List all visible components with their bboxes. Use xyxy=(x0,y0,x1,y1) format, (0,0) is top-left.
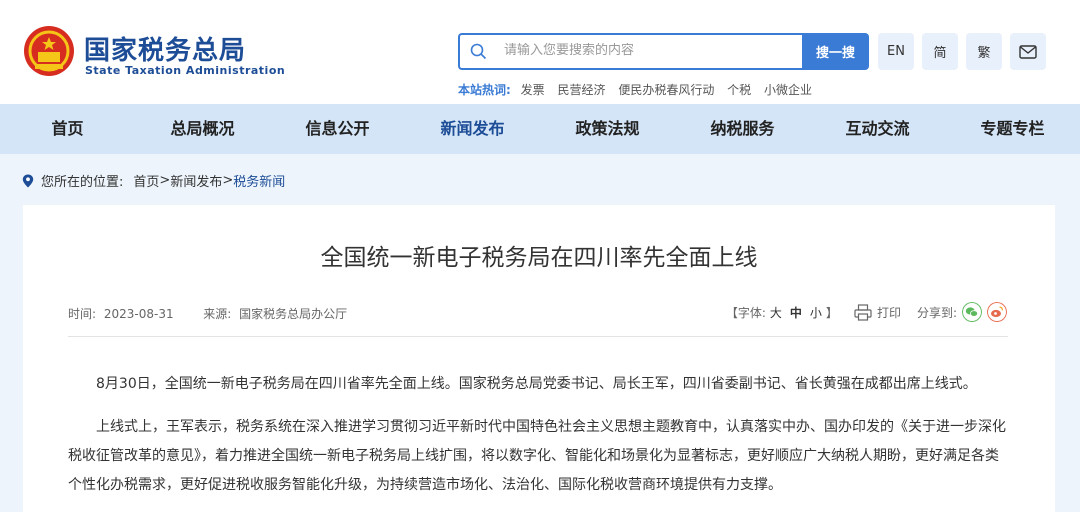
breadcrumb-news[interactable]: 新闻发布 xyxy=(170,171,222,190)
mail-button[interactable] xyxy=(1010,33,1046,70)
language-english-button[interactable]: EN xyxy=(878,33,914,70)
wechat-share-icon[interactable] xyxy=(962,302,982,322)
article-panel: 全国统一新电子税务局在四川率先全面上线 时间: 2023-08-31 来源: 国… xyxy=(23,205,1055,512)
time-label: 时间: xyxy=(68,307,97,321)
search-button[interactable]: 搜一搜 xyxy=(802,33,869,70)
site-logo-title[interactable]: 国家税务总局 xyxy=(84,30,246,67)
article-tools: 【字体: 大 中 小 】 打印 分享到: xyxy=(726,302,1007,322)
mail-icon xyxy=(1019,44,1037,59)
breadcrumb: 您所在的位置: 首页 > 新闻发布 > 税务新闻 xyxy=(22,171,285,190)
print-button[interactable]: 打印 xyxy=(877,304,901,321)
nav-item-interaction[interactable]: 互动交流 xyxy=(810,104,945,154)
site-logo-subtitle[interactable]: State Taxation Administration xyxy=(85,64,285,77)
language-traditional-button[interactable]: 繁 xyxy=(966,33,1002,70)
nav-item-disclosure[interactable]: 信息公开 xyxy=(270,104,405,154)
nav-item-special-topics[interactable]: 专题专栏 xyxy=(945,104,1080,154)
search-input[interactable] xyxy=(504,43,794,58)
font-size-small-button[interactable]: 小 xyxy=(810,304,822,321)
nav-item-policy[interactable]: 政策法规 xyxy=(540,104,675,154)
article-meta: 时间: 2023-08-31 来源: 国家税务总局办公厅 xyxy=(68,305,347,322)
breadcrumb-separator: > xyxy=(222,173,234,188)
hot-word-link[interactable]: 个税 xyxy=(727,83,751,97)
hot-word-link[interactable]: 便民办税春风行动 xyxy=(618,83,714,97)
font-size-medium-button[interactable]: 中 xyxy=(790,304,802,321)
breadcrumb-prefix: 您所在的位置: xyxy=(41,175,124,190)
font-size-close: 】 xyxy=(825,305,838,320)
hot-words-label: 本站热词: xyxy=(458,83,511,97)
national-emblem-icon[interactable] xyxy=(22,24,76,78)
article-source: 国家税务总局办公厅 xyxy=(239,307,348,321)
main-nav: 首页 总局概况 信息公开 新闻发布 政策法规 纳税服务 互动交流 专题专栏 xyxy=(0,104,1080,154)
article-paragraph: 上线式上，王军表示，税务系统在深入推进学习贯彻习近平新时代中国特色社会主义思想主… xyxy=(68,419,1006,493)
article-paragraph: 8月30日，全国统一新电子税务局在四川省率先全面上线。国家税务总局党委书记、局长… xyxy=(96,376,977,392)
print-icon[interactable] xyxy=(854,303,872,321)
share-label: 分享到: xyxy=(916,305,957,320)
hot-words: 本站热词: 发票 民营经济 便民办税春风行动 个税 小微企业 xyxy=(458,81,821,98)
hot-word-link[interactable]: 小微企业 xyxy=(764,83,812,97)
weibo-share-icon[interactable] xyxy=(987,302,1007,322)
divider xyxy=(68,336,1008,337)
location-pin-icon xyxy=(22,174,34,187)
nav-item-news[interactable]: 新闻发布 xyxy=(405,104,540,154)
search-icon xyxy=(470,43,487,60)
article-title: 全国统一新电子税务局在四川率先全面上线 xyxy=(320,245,758,271)
hot-word-link[interactable]: 发票 xyxy=(521,83,545,97)
nav-item-tax-service[interactable]: 纳税服务 xyxy=(675,104,810,154)
font-size-label: 【字体: xyxy=(725,305,766,320)
site-header: 国家税务总局 State Taxation Administration 搜一搜… xyxy=(0,0,1080,104)
breadcrumb-home[interactable]: 首页 xyxy=(133,171,159,190)
hot-word-link[interactable]: 民营经济 xyxy=(557,83,605,97)
breadcrumb-current[interactable]: 税务新闻 xyxy=(233,171,285,190)
nav-item-overview[interactable]: 总局概况 xyxy=(135,104,270,154)
publish-date: 2023-08-31 xyxy=(103,307,174,321)
font-size-large-button[interactable]: 大 xyxy=(770,304,782,321)
source-label: 来源: xyxy=(203,307,232,321)
language-simplified-button[interactable]: 简 xyxy=(922,33,958,70)
nav-item-home[interactable]: 首页 xyxy=(0,104,135,154)
breadcrumb-separator: > xyxy=(159,173,171,188)
search-box xyxy=(458,33,802,70)
